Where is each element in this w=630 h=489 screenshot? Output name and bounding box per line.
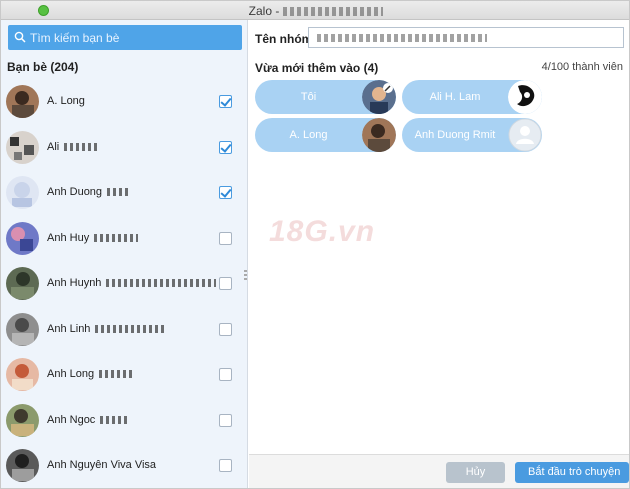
search-box[interactable] bbox=[8, 25, 242, 50]
friend-checkbox[interactable] bbox=[219, 186, 232, 199]
avatar bbox=[6, 312, 39, 346]
avatar bbox=[6, 85, 39, 118]
group-panel: Tên nhóm: Vừa mới thêm vào (4) 4/100 thà… bbox=[249, 20, 629, 488]
selected-member-chip[interactable]: A. Long bbox=[255, 118, 396, 152]
selected-member-chip[interactable]: Anh Duong Rmit bbox=[402, 118, 542, 152]
friend-name: Anh Huy bbox=[47, 231, 139, 244]
friend-name: Anh Long bbox=[47, 368, 134, 380]
window-title: Zalo - bbox=[1, 4, 629, 18]
redacted-group-name bbox=[317, 34, 487, 42]
friend-row[interactable]: A. Long bbox=[1, 77, 247, 123]
friend-row[interactable]: Anh Linh bbox=[1, 305, 247, 351]
friend-row[interactable]: Anh Ngoc bbox=[1, 396, 247, 442]
chip-label: Ali H. Lam bbox=[429, 91, 481, 103]
friend-row[interactable]: Anh Duong bbox=[1, 168, 247, 214]
friend-row[interactable]: Ali bbox=[1, 123, 247, 169]
friend-name-text: Anh Nguyên Viva Visa bbox=[47, 459, 157, 471]
friend-name-text: Anh Linh bbox=[47, 322, 91, 335]
friend-name: A. Long bbox=[47, 95, 85, 107]
avatar bbox=[6, 403, 39, 437]
friend-name-text: Ali bbox=[47, 140, 60, 153]
friend-name-text: A. Long bbox=[47, 95, 85, 107]
member-count: 4/100 thành viên bbox=[541, 61, 623, 73]
avatar bbox=[6, 176, 39, 209]
friend-checkbox[interactable] bbox=[219, 322, 232, 336]
friend-row[interactable]: Anh Nguyên Viva Visa bbox=[1, 441, 247, 487]
selected-member-chip[interactable]: Tôi bbox=[255, 80, 396, 114]
friend-name-text: Anh Long bbox=[47, 368, 95, 380]
default-user-icon bbox=[508, 118, 542, 152]
friends-panel: Bạn bè (204) A. Long Ali Anh Duong Anh H… bbox=[1, 20, 248, 488]
avatar bbox=[6, 267, 39, 300]
friend-checkbox[interactable] bbox=[219, 413, 232, 427]
friend-name-text: Anh Huynh bbox=[47, 277, 102, 289]
friend-checkbox[interactable] bbox=[219, 140, 232, 154]
friend-name: Anh Huynh bbox=[47, 277, 217, 289]
friends-count-header: Bạn bè (204) bbox=[7, 60, 79, 74]
friend-name: Anh Linh bbox=[47, 322, 166, 335]
redacted-text bbox=[99, 370, 134, 379]
panel-resize-handle[interactable] bbox=[244, 270, 247, 282]
selected-member-chip[interactable]: Ali H. Lam bbox=[402, 80, 542, 114]
recent-added-header: Vừa mới thêm vào (4) bbox=[255, 61, 379, 75]
friend-checkbox[interactable] bbox=[219, 459, 232, 472]
redacted-text bbox=[107, 188, 130, 197]
redacted-title bbox=[283, 7, 384, 17]
friend-name: Anh Ngoc bbox=[47, 413, 131, 426]
redacted-text bbox=[95, 324, 166, 333]
dialog-footer: Hủy Bắt đầu trò chuyện bbox=[249, 454, 629, 488]
avatar bbox=[508, 80, 542, 114]
redacted-text bbox=[94, 233, 139, 242]
friend-list: A. Long Ali Anh Duong Anh Huy Anh Huynh bbox=[1, 77, 247, 487]
chip-label: A. Long bbox=[289, 129, 328, 141]
friend-name: Anh Duong bbox=[47, 186, 130, 198]
avatar bbox=[362, 80, 396, 114]
window-title-text: Zalo - bbox=[248, 4, 280, 18]
avatar bbox=[6, 221, 39, 255]
chip-label: Tôi bbox=[300, 91, 317, 103]
start-chat-button[interactable]: Bắt đầu trò chuyện bbox=[515, 462, 629, 483]
friend-checkbox[interactable] bbox=[219, 231, 232, 245]
friend-name-text: Anh Huy bbox=[47, 231, 90, 244]
friend-name: Anh Nguyên Viva Visa bbox=[47, 459, 156, 471]
redacted-text bbox=[64, 142, 99, 151]
zalo-window: Zalo - Bạn bè (204) A. Long Ali bbox=[0, 0, 630, 489]
friend-row[interactable]: Anh Huynh bbox=[1, 259, 247, 305]
chip-label: Anh Duong Rmit bbox=[414, 129, 496, 141]
friend-name: Ali bbox=[47, 140, 99, 153]
avatar bbox=[6, 358, 39, 391]
cancel-button[interactable]: Hủy bbox=[446, 462, 505, 483]
friend-row[interactable]: Anh Huy bbox=[1, 214, 247, 260]
avatar bbox=[6, 130, 39, 164]
avatar bbox=[362, 118, 396, 152]
titlebar: Zalo - bbox=[1, 1, 629, 20]
search-input[interactable] bbox=[30, 28, 235, 47]
friend-checkbox[interactable] bbox=[219, 277, 232, 290]
avatar bbox=[6, 449, 39, 482]
redacted-text bbox=[100, 415, 131, 424]
group-name-input[interactable] bbox=[308, 27, 624, 48]
friend-checkbox[interactable] bbox=[219, 95, 232, 108]
redacted-text bbox=[106, 279, 217, 288]
friend-checkbox[interactable] bbox=[219, 368, 232, 381]
search-icon bbox=[14, 31, 26, 43]
friend-row[interactable]: Anh Long bbox=[1, 350, 247, 396]
watermark-logo: 18G.vn bbox=[269, 215, 376, 248]
friend-name-text: Anh Ngoc bbox=[47, 413, 96, 426]
friend-name-text: Anh Duong bbox=[47, 186, 103, 198]
